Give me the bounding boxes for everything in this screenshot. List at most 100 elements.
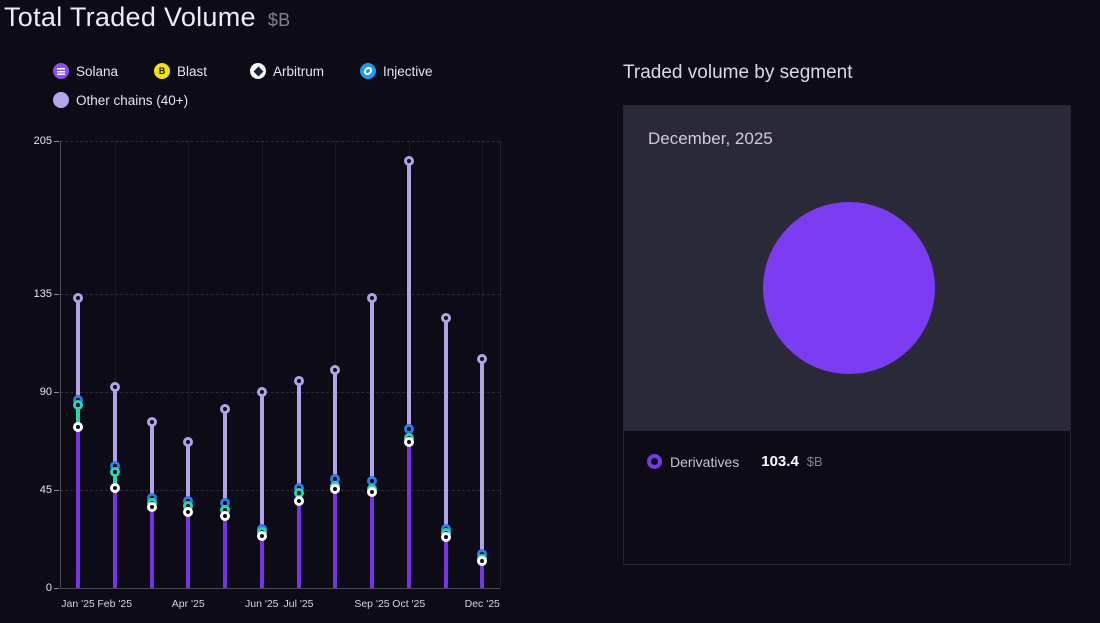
marker-total[interactable] xyxy=(257,387,267,397)
marker-total[interactable] xyxy=(330,365,340,375)
stem-base[interactable] xyxy=(260,536,264,588)
legend-item-arbitrum[interactable]: Arbitrum xyxy=(250,62,324,80)
segment-legend: Derivatives 103.4 $B xyxy=(624,431,1070,470)
marker-arbitrum[interactable] xyxy=(147,502,157,512)
y-gridline xyxy=(60,490,500,491)
marker-solana[interactable] xyxy=(73,400,83,410)
stem-base[interactable] xyxy=(76,427,80,588)
stem-other-chains[interactable] xyxy=(480,359,484,554)
marker-arbitrum[interactable] xyxy=(73,422,83,432)
derivatives-ring-icon xyxy=(647,454,662,469)
y-axis-tick-label: 45 xyxy=(12,483,52,497)
stem-base[interactable] xyxy=(407,442,411,588)
dashboard: Total Traded Volume $B Solana B Blast Arb… xyxy=(0,0,1100,623)
x-axis-tick-label: Feb '25 xyxy=(90,597,140,611)
stem-other-chains[interactable] xyxy=(370,298,374,481)
stem-other-chains[interactable] xyxy=(407,161,411,429)
x-axis-tick-label: Jul '25 xyxy=(274,597,324,611)
legend-item-injective[interactable]: Injective xyxy=(360,62,433,80)
segment-label: Derivatives xyxy=(670,454,739,470)
marker-arbitrum[interactable] xyxy=(110,483,120,493)
y-axis-line xyxy=(60,141,61,588)
marker-total[interactable] xyxy=(477,354,487,364)
arbitrum-icon xyxy=(250,63,266,79)
marker-arbitrum[interactable] xyxy=(330,484,340,494)
legend-label: Blast xyxy=(177,64,207,79)
stem-other-chains[interactable] xyxy=(297,381,301,488)
stem-base[interactable] xyxy=(297,501,301,588)
marker-total[interactable] xyxy=(73,293,83,303)
marker-arbitrum[interactable] xyxy=(294,496,304,506)
marker-total[interactable] xyxy=(404,156,414,166)
marker-arbitrum[interactable] xyxy=(367,487,377,497)
y-gridline xyxy=(60,294,500,295)
blast-icon: B xyxy=(154,63,170,79)
stem-other-chains[interactable] xyxy=(444,318,448,530)
marker-arbitrum[interactable] xyxy=(441,532,451,542)
marker-arbitrum[interactable] xyxy=(477,556,487,566)
page-unit: $B xyxy=(268,10,291,30)
y-tick-mark xyxy=(54,141,59,142)
injective-icon xyxy=(360,63,376,79)
segment-card: December, 2025 xyxy=(624,106,1070,431)
segment-panel: December, 2025 Derivatives 103.4 $B xyxy=(623,105,1071,565)
marker-arbitrum[interactable] xyxy=(257,531,267,541)
stem-base[interactable] xyxy=(150,507,154,588)
marker-arbitrum[interactable] xyxy=(404,437,414,447)
plot-right-border xyxy=(500,141,501,588)
stem-base[interactable] xyxy=(186,512,190,588)
marker-total[interactable] xyxy=(147,417,157,427)
legend-label: Other chains (40+) xyxy=(76,93,188,108)
y-tick-mark xyxy=(54,490,59,491)
traded-volume-chart: 04590135205Jan '25Feb '25Apr '25Jun '25J… xyxy=(0,130,512,623)
page-title: Total Traded Volume $B xyxy=(4,2,290,33)
y-axis-tick-label: 90 xyxy=(12,385,52,399)
x-axis-line xyxy=(60,588,500,589)
legend-item-blast[interactable]: B Blast xyxy=(154,62,207,80)
x-axis-tick-label: Oct '25 xyxy=(384,597,434,611)
y-axis-tick-label: 0 xyxy=(12,581,52,595)
stem-base[interactable] xyxy=(444,537,448,588)
stem-other-chains[interactable] xyxy=(333,370,337,479)
x-axis-tick-label: Dec '25 xyxy=(457,597,507,611)
marker-solana[interactable] xyxy=(110,467,120,477)
marker-total[interactable] xyxy=(367,293,377,303)
pie-slice-derivatives[interactable] xyxy=(763,202,935,374)
stem-base[interactable] xyxy=(370,492,374,588)
stem-base[interactable] xyxy=(223,516,227,588)
segment-panel-title: Traded volume by segment xyxy=(623,62,853,84)
marker-arbitrum[interactable] xyxy=(220,511,230,521)
marker-total[interactable] xyxy=(220,404,230,414)
stem-base[interactable] xyxy=(113,488,117,588)
y-gridline xyxy=(60,392,500,393)
solana-icon xyxy=(53,63,69,79)
segment-legend-row-derivatives[interactable]: Derivatives 103.4 $B xyxy=(647,453,1070,470)
marker-total[interactable] xyxy=(294,376,304,386)
segment-card-month: December, 2025 xyxy=(648,129,773,149)
legend-label: Solana xyxy=(76,64,118,79)
page-title-text: Total Traded Volume xyxy=(4,2,256,32)
marker-total[interactable] xyxy=(441,313,451,323)
other-chains-icon xyxy=(53,92,69,108)
stem-other-chains[interactable] xyxy=(186,442,190,501)
legend-item-solana[interactable]: Solana xyxy=(53,62,118,80)
stem-other-chains[interactable] xyxy=(76,298,80,400)
y-gridline xyxy=(60,141,500,142)
marker-total[interactable] xyxy=(183,437,193,447)
y-axis-tick-label: 205 xyxy=(12,134,52,148)
legend-label: Arbitrum xyxy=(273,64,324,79)
y-tick-mark xyxy=(54,294,59,295)
segment-unit: $B xyxy=(807,454,823,469)
stem-other-chains[interactable] xyxy=(113,387,117,465)
segment-value: 103.4 xyxy=(761,453,799,470)
stem-base[interactable] xyxy=(333,489,337,588)
marker-arbitrum[interactable] xyxy=(183,507,193,517)
y-axis-tick-label: 135 xyxy=(12,287,52,301)
legend-item-other-chains[interactable]: Other chains (40+) xyxy=(53,91,188,109)
stem-other-chains[interactable] xyxy=(223,409,227,503)
x-axis-tick-label: Apr '25 xyxy=(163,597,213,611)
y-tick-mark xyxy=(54,588,59,589)
legend-label: Injective xyxy=(383,64,433,79)
stem-other-chains[interactable] xyxy=(150,422,154,497)
stem-other-chains[interactable] xyxy=(260,392,264,529)
